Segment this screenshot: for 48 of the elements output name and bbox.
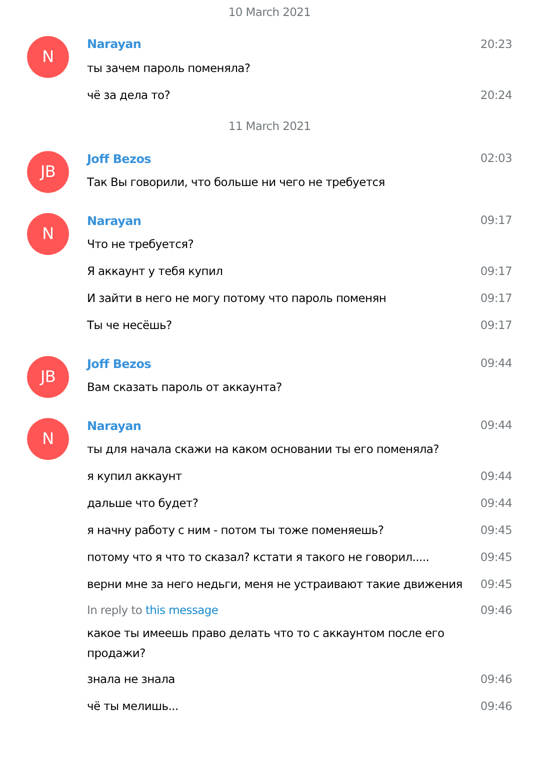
message-time: 09:45 xyxy=(480,548,512,566)
message-text: я начну работу с ним - потом ты тоже поменяешь? xyxy=(87,522,384,539)
avatar: N xyxy=(27,212,69,254)
date-separator: 11 March 2021 xyxy=(228,118,311,136)
avatar: JB xyxy=(27,150,69,192)
message-time: 02:03 xyxy=(480,150,512,167)
message-text: знала не знала xyxy=(87,670,175,688)
reply-link[interactable]: this message xyxy=(145,602,218,617)
message-time: 09:17 xyxy=(480,316,512,334)
message-text: чё за дела то? xyxy=(87,86,170,104)
message-time: 09:45 xyxy=(480,522,512,539)
message-text: Ты че несёшь? xyxy=(87,316,172,334)
message-text: Так Вы говорили, что больше ни чего не требуется xyxy=(87,174,385,191)
sender-name: Joff Bezos xyxy=(87,150,151,168)
message-time: 09:44 xyxy=(480,416,512,434)
message-time: 09:46 xyxy=(480,602,512,619)
message-time: 09:46 xyxy=(480,670,512,688)
message-time: 09:17 xyxy=(480,290,512,307)
message-text: я купил аккаунт xyxy=(87,468,182,485)
message-time: 20:24 xyxy=(480,86,512,104)
message-time: 20:23 xyxy=(480,36,512,53)
sender-name: Narayan xyxy=(87,418,142,434)
message-text: ты для начала скажи на каком основании ты его поменяла? xyxy=(87,440,439,458)
message-text: Вам сказать пароль от аккаунта? xyxy=(87,378,282,396)
date-separator: 10 March 2021 xyxy=(228,4,311,21)
message-time: 09:46 xyxy=(480,698,512,715)
message-text: потому что я что то сказал? кстати я такого не говорил..... xyxy=(87,548,430,566)
message-text: чё ты мелишь... xyxy=(87,698,178,715)
message-text: Что не требуется? xyxy=(87,236,194,253)
message-time: 09:17 xyxy=(480,212,512,229)
message-time: 09:17 xyxy=(480,262,512,280)
message-text: И зайти в него не могу потому что пароль поменян xyxy=(87,290,386,307)
message-time: 09:45 xyxy=(480,576,512,593)
message-text: какое ты имеешь право делать что то с аккаунтом после его продажи? xyxy=(87,624,446,662)
message-text: Я аккаунт у тебя купил xyxy=(87,262,223,280)
message-time: 09:44 xyxy=(480,354,512,372)
sender-name: Joff Bezos xyxy=(87,356,151,372)
avatar: N xyxy=(27,418,69,460)
sender-name: Narayan xyxy=(87,212,142,230)
sender-name: Narayan xyxy=(87,36,142,54)
reply-note: In reply to this message xyxy=(87,602,218,619)
message-text: дальше что будет? xyxy=(87,494,198,512)
message-text: ты зачем пароль поменяла? xyxy=(87,60,250,77)
avatar: JB xyxy=(27,356,69,398)
avatar: N xyxy=(27,36,69,78)
message-time: 09:44 xyxy=(480,494,512,512)
message-time: 09:44 xyxy=(480,468,512,485)
message-text: верни мне за него недьги, меня не устраивают такие движения xyxy=(87,576,462,593)
